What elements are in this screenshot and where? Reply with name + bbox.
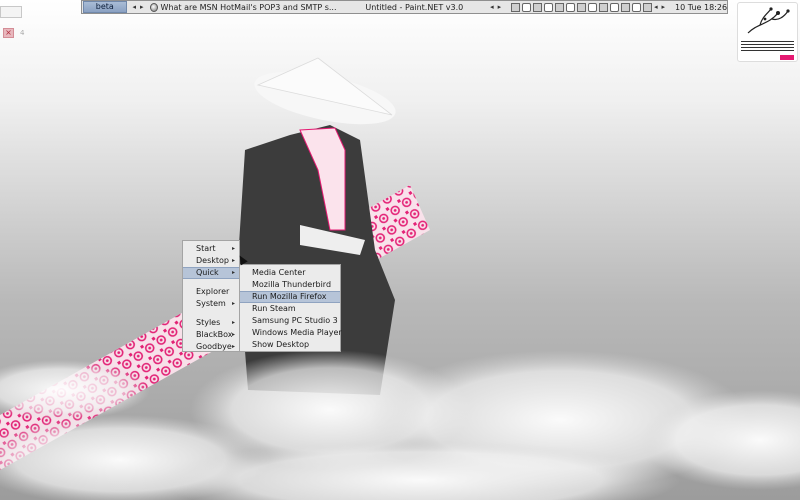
workspace-next-arrow-icon[interactable]: ▸ <box>138 3 145 11</box>
menu-item-label: Styles <box>196 318 221 327</box>
tray-app-icon[interactable] <box>632 2 642 12</box>
menu-item-label: Desktop <box>196 256 229 265</box>
branch-logo <box>737 2 798 62</box>
system-tray <box>511 2 653 12</box>
tray-app-icon[interactable] <box>643 2 653 12</box>
workspace-prev-arrow-icon[interactable]: ◂ <box>131 3 138 11</box>
menu-item-media-center[interactable]: Media Center <box>240 267 340 279</box>
mini-tray: × 4 <box>3 27 37 38</box>
tray-app-icon[interactable] <box>511 2 521 12</box>
menu-item-label: Explorer <box>196 287 230 296</box>
branch-logo-icon <box>747 7 790 34</box>
submenu-arrow-icon: ▸ <box>231 319 235 326</box>
tray-app-icon[interactable] <box>533 2 543 12</box>
menu-item-goodbye[interactable]: Goodbye ▸ <box>183 341 239 353</box>
desktop-wallpaper <box>0 57 800 500</box>
quick-submenu: Media Center Mozilla Thunderbird Run Moz… <box>239 264 342 352</box>
menu-item-mozilla-thunderbird[interactable]: Mozilla Thunderbird <box>240 279 340 291</box>
submenu-arrow-icon: ▸ <box>231 245 235 252</box>
browser-app-icon <box>149 2 158 12</box>
logo-tag <box>780 55 794 60</box>
menu-separator <box>183 279 239 286</box>
submenu-arrow-icon: ▸ <box>231 343 235 350</box>
submenu-arrow-icon: ▸ <box>231 269 235 276</box>
clock-next-arrow-icon[interactable]: ▸ <box>660 3 667 11</box>
menu-item-blackbox[interactable]: BlackBox ▸ <box>183 329 239 341</box>
tray-app-icon[interactable] <box>610 2 620 12</box>
menu-item-start[interactable]: Start ▸ <box>183 243 239 255</box>
menu-item-show-desktop[interactable]: Show Desktop <box>240 339 340 351</box>
menu-item-label: System <box>196 299 226 308</box>
top-toolbar: beta ◂ ▸ What are MSN HotMail's POP3 and… <box>81 0 728 14</box>
menu-item-label: Quick <box>196 268 219 277</box>
logo-lines <box>741 41 794 53</box>
menu-item-quick[interactable]: Quick ▸ <box>183 267 239 279</box>
menu-item-run-steam[interactable]: Run Steam <box>240 303 340 315</box>
submenu-arrow-icon: ▸ <box>231 300 235 307</box>
menu-item-desktop[interactable]: Desktop ▸ <box>183 255 239 267</box>
task-button-paintnet[interactable]: Untitled - Paint.NET v3.0 <box>341 1 489 13</box>
menu-item-windows-media-player[interactable]: Windows Media Player <box>240 327 342 339</box>
close-icon[interactable]: × <box>3 27 14 38</box>
menu-item-explorer[interactable]: Explorer <box>183 286 239 298</box>
root-menu: Start ▸ Desktop ▸ Quick ▸ Explorer Syste… <box>182 240 240 352</box>
task-prev-arrow-icon[interactable]: ◂ <box>488 3 495 11</box>
menu-separator <box>183 310 239 317</box>
menu-item-system[interactable]: System ▸ <box>183 298 239 310</box>
tray-app-icon[interactable] <box>555 2 565 12</box>
task-next-arrow-icon[interactable]: ▸ <box>496 3 503 11</box>
menu-item-run-mozilla-firefox[interactable]: Run Mozilla Firefox <box>240 291 340 303</box>
tray-app-icon[interactable] <box>522 2 532 12</box>
tray-app-icon[interactable] <box>621 2 631 12</box>
tray-app-icon[interactable] <box>599 2 609 12</box>
menu-item-samsung-pc-studio[interactable]: Samsung PC Studio 3 <box>240 315 340 327</box>
menu-item-label: BlackBox <box>196 330 233 339</box>
mini-window-button[interactable] <box>0 6 22 18</box>
tray-app-icon[interactable] <box>544 2 554 12</box>
submenu-arrow-icon: ▸ <box>231 331 235 338</box>
tray-app-icon[interactable] <box>588 2 598 12</box>
submenu-arrow-icon: ▸ <box>231 257 235 264</box>
mini-tray-count: 4 <box>20 28 25 37</box>
task-title: Untitled - Paint.NET v3.0 <box>365 2 464 12</box>
tray-app-icon[interactable] <box>566 2 576 12</box>
menu-item-label: Start <box>196 244 216 253</box>
workspace-label[interactable]: beta <box>83 1 127 13</box>
clock-prev-arrow-icon[interactable]: ◂ <box>652 3 659 11</box>
menu-item-styles[interactable]: Styles ▸ <box>183 317 239 329</box>
tray-app-icon[interactable] <box>577 2 587 12</box>
toolbar-clock: 10 Tue 18:26 <box>675 2 728 12</box>
task-title: What are MSN HotMail's POP3 and SMTP s..… <box>160 2 337 12</box>
menu-item-label: Goodbye <box>196 342 232 351</box>
task-button-browser[interactable]: What are MSN HotMail's POP3 and SMTP s..… <box>146 1 341 13</box>
